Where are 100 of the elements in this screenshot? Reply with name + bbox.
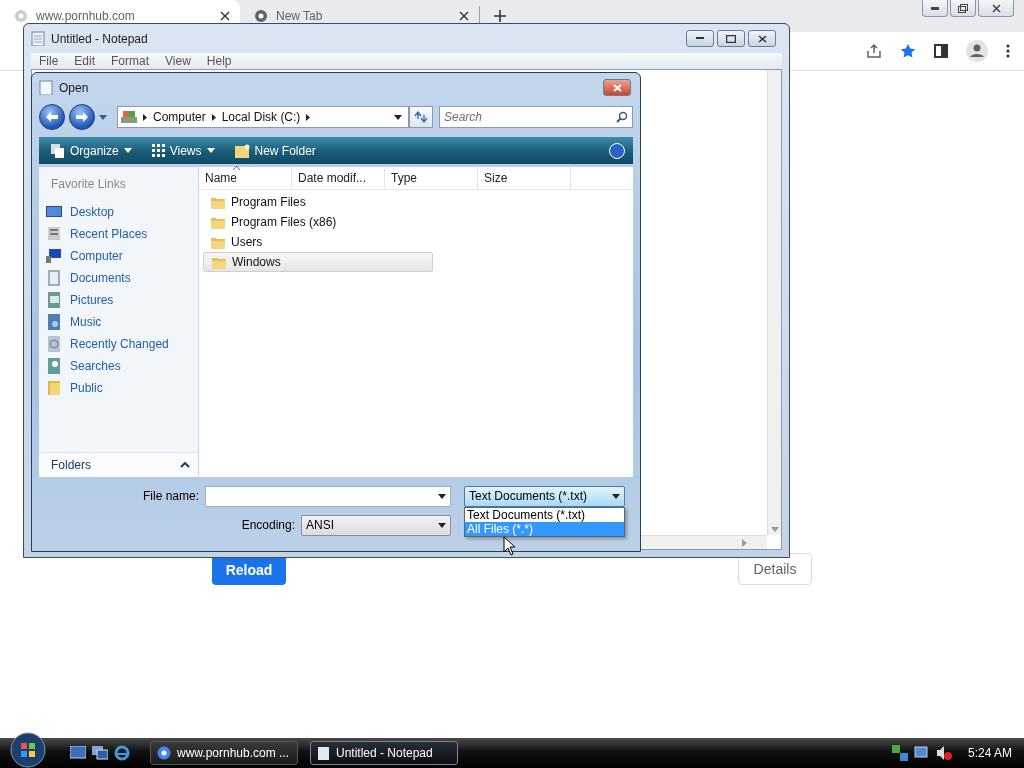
globe-icon — [254, 9, 268, 23]
file-row[interactable]: Program Files (x86) — [203, 212, 441, 232]
music-icon — [46, 314, 62, 330]
profile-icon[interactable] — [966, 40, 988, 62]
recent-places-icon — [46, 226, 62, 242]
forward-button[interactable] — [69, 104, 95, 130]
computer-icon — [46, 248, 62, 264]
caret-icon — [394, 114, 402, 120]
favorite-link[interactable]: Public — [39, 377, 198, 399]
toolbar-button[interactable]: Views — [147, 143, 219, 158]
file-row[interactable]: Program Files — [203, 192, 441, 212]
chevron-icon[interactable] — [211, 113, 216, 121]
file-type-select[interactable]: Text Documents (*.txt) — [464, 485, 625, 507]
maximize-button[interactable] — [717, 30, 745, 47]
file-row[interactable]: Users — [203, 232, 441, 252]
menu-item[interactable]: File — [31, 53, 67, 69]
back-button[interactable] — [39, 104, 65, 130]
file-row[interactable]: Windows — [203, 252, 433, 272]
close-icon[interactable] — [459, 11, 469, 21]
taskbar-button[interactable]: Untitled - Notepad — [310, 741, 458, 765]
field-label: File name: — [141, 489, 199, 503]
network-icon[interactable] — [891, 745, 908, 761]
tab-title: www.pornhub.com — [36, 9, 136, 23]
address-bar[interactable]: Computer Local Disk (C:) — [117, 106, 409, 128]
caret-icon — [438, 522, 446, 528]
chevron-icon[interactable] — [306, 113, 311, 121]
close-button[interactable] — [603, 79, 631, 96]
close-button[interactable] — [978, 0, 1014, 17]
refresh-icon — [414, 111, 428, 123]
favorite-link[interactable]: Documents — [39, 267, 198, 289]
monitor-icon[interactable] — [913, 745, 930, 761]
minimize-icon — [696, 37, 704, 40]
caret-icon — [206, 148, 215, 153]
folders-toggle[interactable]: Folders — [39, 452, 198, 477]
globe-icon — [14, 9, 28, 23]
history-caret-icon — [99, 114, 107, 120]
new-tab-icon[interactable] — [494, 10, 506, 22]
window-switch-icon[interactable] — [92, 746, 108, 760]
clock: 5:24 AM — [967, 746, 1012, 760]
field-label: Encoding: — [240, 518, 295, 532]
restore-icon — [958, 3, 968, 13]
menu-item[interactable]: Help — [198, 53, 240, 69]
search-icon — [616, 111, 628, 123]
favorite-link[interactable]: Desktop — [39, 201, 198, 223]
drive-icon — [121, 110, 137, 124]
grid-icon — [151, 144, 165, 157]
star-icon[interactable] — [900, 43, 916, 59]
favorite-link[interactable]: Recently Changed — [39, 333, 198, 355]
column-header[interactable]: Size — [478, 167, 571, 189]
file-name-field[interactable] — [205, 485, 451, 507]
pictures-icon — [46, 292, 62, 308]
column-header[interactable]: Type — [385, 167, 478, 189]
dropdown-option[interactable]: Text Documents (*.txt) — [465, 507, 624, 522]
muted-speaker-icon[interactable] — [935, 745, 952, 761]
close-button[interactable] — [748, 30, 776, 47]
close-icon — [991, 3, 1001, 13]
side-panel-icon[interactable] — [934, 44, 948, 58]
breadcrumb-item[interactable]: Computer — [153, 110, 206, 124]
column-header[interactable]: Name — [199, 167, 292, 189]
section-heading: Favorite Links — [50, 176, 127, 193]
minimize-button[interactable] — [686, 30, 714, 47]
menu-item[interactable]: Format — [103, 53, 158, 69]
chevron-icon[interactable] — [143, 113, 147, 121]
breadcrumb-item[interactable]: Local Disk (C:) — [221, 110, 301, 124]
favorite-link[interactable]: Pictures — [39, 289, 198, 311]
restore-button[interactable] — [950, 0, 976, 17]
notepad-icon — [31, 31, 45, 46]
favorite-link[interactable]: Computer — [39, 245, 198, 267]
favorite-link[interactable]: Recent Places — [39, 223, 198, 245]
new-folder-icon — [234, 143, 250, 158]
searches-icon — [46, 358, 62, 374]
taskbar-button[interactable]: www.pornhub.com ... — [150, 741, 298, 765]
start-button[interactable] — [10, 732, 46, 768]
show-desktop-icon[interactable] — [70, 746, 86, 760]
help-icon[interactable] — [609, 142, 625, 159]
notepad-icon — [39, 80, 53, 95]
folder-icon — [211, 235, 225, 249]
favorite-link[interactable]: Music — [39, 311, 198, 333]
favorite-link[interactable]: Searches — [39, 355, 198, 377]
vertical-scrollbar[interactable] — [767, 70, 781, 535]
browser-icon[interactable] — [114, 745, 130, 761]
refresh-button[interactable] — [409, 106, 433, 128]
minimize-icon — [931, 6, 939, 10]
menu-item[interactable]: Edit — [66, 53, 104, 69]
minimize-button[interactable] — [922, 0, 948, 17]
share-icon[interactable] — [866, 43, 882, 59]
left-arrow-icon — [46, 112, 58, 122]
column-header[interactable]: Date modif... — [292, 167, 385, 189]
globe-icon — [157, 746, 171, 760]
recently-changed-icon — [46, 336, 62, 352]
encoding-select[interactable]: ANSI — [301, 514, 451, 536]
search-field[interactable]: Search — [439, 106, 633, 128]
sort-icon — [233, 166, 240, 170]
toolbar-button[interactable]: New Folder — [230, 143, 320, 158]
toolbar-button[interactable]: Organize — [47, 143, 136, 158]
scroll-down-icon — [770, 527, 779, 532]
menu-icon[interactable] — [1006, 44, 1010, 58]
close-icon[interactable] — [220, 11, 230, 21]
menu-item[interactable]: View — [157, 53, 199, 69]
caret-icon — [438, 493, 446, 499]
